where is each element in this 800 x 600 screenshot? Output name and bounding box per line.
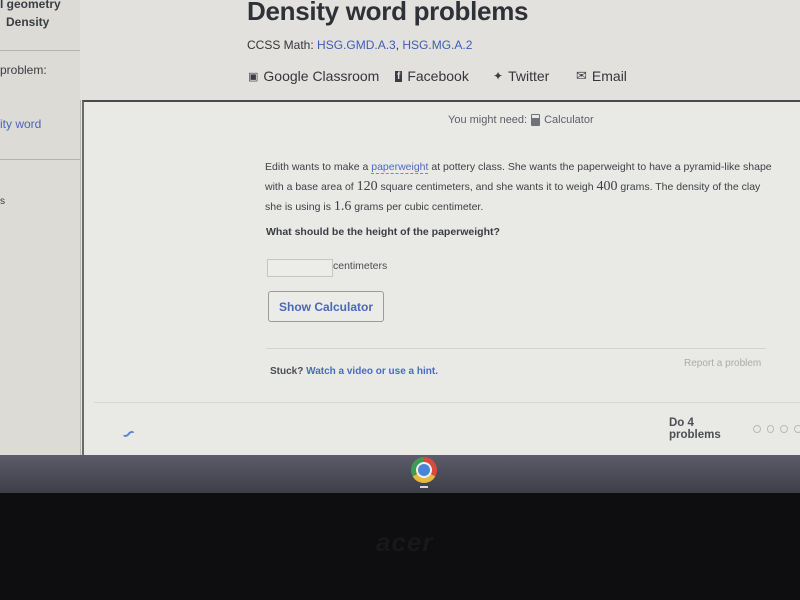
page-header: Density word problems CCSS Math: HSG.GMD… [80, 0, 800, 100]
progress-dot [766, 425, 775, 433]
progress-dot [780, 425, 789, 433]
share-google-classroom[interactable]: ▣ Google Classroom [248, 68, 379, 84]
calculator-icon [531, 114, 541, 126]
stuck-prompt: Stuck? Watch a video or use a hint. [270, 366, 438, 377]
brand-logo: acer [376, 527, 434, 557]
progress-indicator: Do 4 problems [669, 417, 800, 441]
sidebar-bottom-text: s [0, 196, 5, 207]
exercise-card: You might need: Calculator Edith wants t… [82, 100, 800, 460]
course-title[interactable]: l geometry [0, 0, 61, 11]
weight-value: 400 [596, 179, 618, 194]
hint-link[interactable]: Watch a video or use a hint. [306, 366, 438, 377]
paperweight-definition-link[interactable]: paperweight [371, 161, 429, 174]
sidebar: l geometry Density problem: ity word s [0, 0, 81, 460]
taskbar [0, 455, 800, 493]
active-app-indicator [420, 486, 428, 488]
sidebar-header: l geometry Density [0, 0, 80, 51]
divider [266, 348, 766, 349]
share-facebook[interactable]: f Facebook [395, 68, 469, 84]
tools-needed: You might need: Calculator [448, 114, 594, 126]
problem-text: Edith wants to make a paperweight at pot… [265, 161, 772, 214]
twitter-icon: ✦ [493, 69, 504, 83]
page-title: Density word problems [247, 0, 529, 26]
problem-label: problem: [0, 63, 47, 77]
show-calculator-button[interactable]: Show Calculator [268, 291, 384, 322]
sidebar-link-density-word[interactable]: ity word [0, 117, 41, 131]
chrome-icon[interactable] [411, 457, 437, 483]
progress-dot [752, 425, 761, 433]
current-topic: Density [6, 15, 50, 29]
calculator-tool[interactable]: Calculator [544, 114, 594, 126]
google-classroom-icon: ▣ [248, 70, 259, 83]
answer-unit: centimeters [333, 260, 388, 272]
ccss-label: CCSS Math: [247, 38, 314, 52]
share-twitter[interactable]: ✦ Twitter [493, 68, 549, 84]
screen: l geometry Density problem: ity word s D… [0, 0, 800, 460]
density-value: 1.6 [333, 199, 352, 214]
sidebar-problem-section: problem: ity word [0, 51, 80, 160]
question-text: What should be the height of the paperwe… [266, 226, 500, 238]
email-icon: ✉ [576, 68, 587, 83]
share-email[interactable]: ✉ Email [576, 68, 627, 84]
progress-dot [794, 425, 800, 433]
facebook-icon: f [395, 70, 403, 82]
standard-link-1[interactable]: HSG.GMD.A.3 [317, 38, 396, 52]
report-problem-link[interactable]: Report a problem [684, 358, 761, 369]
progress-label: Do 4 problems [669, 417, 721, 441]
standard-link-2[interactable]: HSG.MG.A.2 [402, 38, 472, 52]
base-area-value: 120 [356, 179, 378, 194]
answer-input[interactable] [267, 259, 333, 277]
footer-divider [94, 402, 800, 403]
ccss-standards: CCSS Math: HSG.GMD.A.3, HSG.MG.A.2 [247, 38, 473, 52]
scratchpad-icon[interactable]: ∽ [118, 422, 140, 446]
